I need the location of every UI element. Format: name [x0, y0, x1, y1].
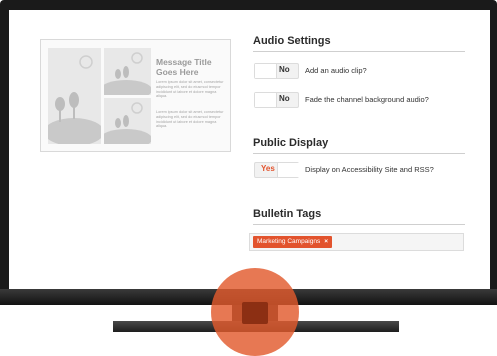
public-display-toggle[interactable]: Yes	[254, 162, 299, 178]
image-placeholder-tall	[44, 48, 104, 146]
message-preview: Message Title Goes Here Lorem ipsum dolo…	[40, 39, 231, 152]
toggle-knob	[255, 64, 277, 78]
image-placeholder-top	[100, 48, 152, 100]
public-display-label: Display on Accessibility Site and RSS?	[305, 165, 434, 174]
tags-divider	[253, 224, 465, 225]
close-icon[interactable]: ×	[324, 238, 328, 245]
fade-audio-label: Fade the channel background audio?	[305, 95, 429, 104]
audio-clip-label: Add an audio clip?	[305, 66, 367, 75]
landscape-icon	[100, 102, 152, 149]
power-button[interactable]	[242, 302, 268, 324]
screen: Message Title Goes Here Lorem ipsum dolo…	[9, 10, 490, 289]
bulletin-tags-title: Bulletin Tags	[253, 208, 322, 220]
preview-body-2: Lorem ipsum dolor sit amet, consectetur …	[156, 110, 224, 129]
preview-body-1: Lorem ipsum dolor sit amet, consectetur …	[156, 80, 224, 99]
landscape-icon	[44, 55, 104, 146]
toggle-value: Yes	[261, 164, 275, 173]
toggle-knob	[255, 93, 277, 107]
tags-input[interactable]: Marketing Campaigns ×	[249, 233, 464, 251]
public-divider	[253, 153, 465, 154]
audio-settings-title: Audio Settings	[253, 35, 331, 47]
public-display-title: Public Display	[253, 137, 329, 149]
tag-chip[interactable]: Marketing Campaigns ×	[253, 236, 333, 248]
toggle-knob	[277, 163, 299, 177]
tag-label: Marketing Campaigns	[257, 238, 321, 245]
audio-divider	[253, 51, 465, 52]
fade-audio-toggle[interactable]: No	[254, 92, 299, 108]
toggle-value: No	[279, 65, 290, 74]
landscape-icon	[100, 52, 152, 100]
image-placeholder-bottom	[100, 98, 152, 149]
preview-title: Message Title Goes Here	[156, 57, 212, 77]
audio-clip-toggle[interactable]: No	[254, 63, 299, 79]
toggle-value: No	[279, 94, 290, 103]
